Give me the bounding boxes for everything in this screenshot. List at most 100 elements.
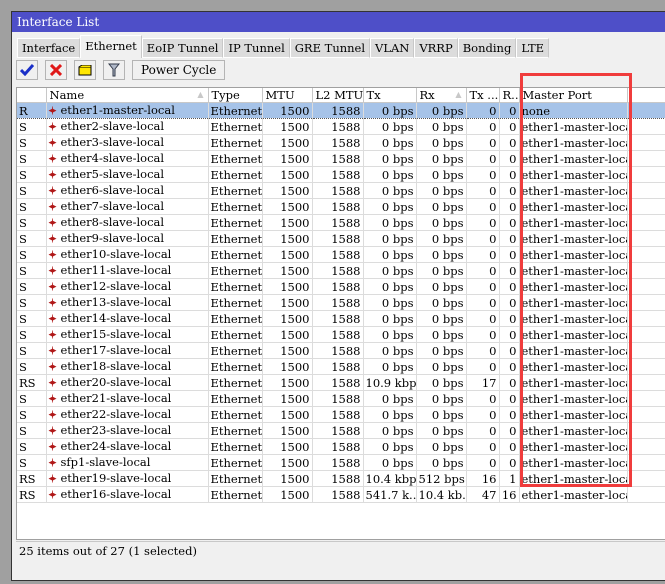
row-flags: S — [17, 134, 47, 151]
row-mtu: 1500 — [262, 422, 313, 439]
row-name: ◂¦▸ ether20-slave-local — [46, 374, 209, 391]
tab-vrrp[interactable]: VRRP — [414, 38, 458, 58]
tab-ip-tunnel[interactable]: IP Tunnel — [223, 38, 290, 58]
table-row[interactable]: S ◂¦▸ ether4-slave-local Ethernet 1500 1588 0 … — [17, 150, 665, 167]
col-name[interactable]: Name ▲ — [46, 88, 209, 103]
table-row[interactable]: S ◂¦▸ ether13-slave-local Ethernet 1500 1588 0… — [17, 294, 665, 311]
table-row[interactable]: S ◂¦▸ ether7-slave-local Ethernet 1500 1588 0 … — [17, 198, 665, 215]
row-flags: S — [17, 326, 47, 343]
checkmark-icon — [20, 64, 34, 76]
col-l2mtu[interactable]: L2 MTU — [312, 88, 364, 103]
table-row[interactable]: RS ◂¦▸ ether20-slave-local Ethernet 1500 1588… — [17, 374, 665, 391]
row-tx-packets: 0 — [466, 214, 500, 231]
col-rx-packets[interactable]: R... — [499, 88, 520, 103]
table-row[interactable]: S ◂¦▸ ether14-slave-local Ethernet 1500 1588 0… — [17, 310, 665, 327]
row-flags: S — [17, 294, 47, 311]
ethernet-interface-icon: ◂¦▸ — [48, 426, 57, 436]
row-flags: S — [17, 454, 47, 471]
col-tx-packets[interactable]: Tx ... — [466, 88, 500, 103]
row-tx: 0 bps — [363, 134, 417, 151]
row-type: Ethernet — [208, 278, 263, 295]
row-mtu: 1500 — [262, 326, 313, 343]
table-row[interactable]: S ◂¦▸ ether24-slave-local Ethernet 1500 1588 0… — [17, 438, 665, 455]
disable-button[interactable] — [45, 60, 67, 80]
col-flags[interactable] — [17, 88, 47, 103]
row-rx: 0 bps — [416, 230, 467, 247]
col-master-port[interactable]: Master Port — [519, 88, 628, 103]
status-bar: 25 items out of 27 (1 selected) — [16, 541, 665, 559]
table-row[interactable]: S ◂¦▸ ether6-slave-local Ethernet 1500 1588 0 … — [17, 182, 665, 199]
table-row[interactable]: S ◂¦▸ sfp1-slave-local Ethernet 1500 1588 0 bp… — [17, 454, 665, 471]
row-type: Ethernet — [208, 406, 263, 423]
row-l2mtu: 1588 — [312, 470, 364, 487]
ethernet-interface-icon: ◂¦▸ — [48, 298, 57, 308]
row-tx-packets: 0 — [466, 278, 500, 295]
row-tx-packets: 0 — [466, 294, 500, 311]
row-name-label: ether7-slave-local — [60, 199, 165, 213]
row-filler — [627, 182, 665, 199]
ethernet-interface-icon: ◂¦▸ — [48, 346, 57, 356]
row-rx-packets: 0 — [499, 326, 520, 343]
row-filler — [627, 470, 665, 487]
row-filler — [627, 406, 665, 423]
row-l2mtu: 1588 — [312, 166, 364, 183]
row-name-label: ether16-slave-local — [60, 487, 172, 501]
row-tx: 0 bps — [363, 150, 417, 167]
table-row[interactable]: S ◂¦▸ ether22-slave-local Ethernet 1500 1588 0… — [17, 406, 665, 423]
table-row[interactable]: S ◂¦▸ ether18-slave-local Ethernet 1500 1588 0… — [17, 358, 665, 375]
tab-gre-tunnel[interactable]: GRE Tunnel — [289, 38, 371, 58]
row-rx: 0 bps — [416, 246, 467, 263]
row-type: Ethernet — [208, 486, 263, 503]
col-name-label: Name — [49, 88, 85, 102]
power-cycle-button[interactable]: Power Cycle — [132, 60, 226, 80]
row-flags: S — [17, 422, 47, 439]
table-row[interactable]: RS ◂¦▸ ether16-slave-local Ethernet 1500 1588… — [17, 486, 665, 503]
table-row[interactable]: S ◂¦▸ ether17-slave-local Ethernet 1500 1588 0… — [17, 342, 665, 359]
filter-funnel-icon — [108, 63, 120, 77]
tab-eoip-tunnel[interactable]: EoIP Tunnel — [141, 38, 224, 58]
table-row[interactable]: S ◂¦▸ ether2-slave-local Ethernet 1500 1588 0 … — [17, 118, 665, 135]
table-row[interactable]: S ◂¦▸ ether12-slave-local Ethernet 1500 1588 0… — [17, 278, 665, 295]
filter-button[interactable] — [103, 60, 125, 80]
table-row[interactable]: S ◂¦▸ ether8-slave-local Ethernet 1500 1588 0 … — [17, 214, 665, 231]
row-mtu: 1500 — [262, 246, 313, 263]
table-row[interactable]: S ◂¦▸ ether15-slave-local Ethernet 1500 1588 0… — [17, 326, 665, 343]
table-row[interactable]: S ◂¦▸ ether11-slave-local Ethernet 1500 1588 0… — [17, 262, 665, 279]
table-row[interactable]: S ◂¦▸ ether5-slave-local Ethernet 1500 1588 0 … — [17, 166, 665, 183]
col-mtu[interactable]: MTU — [262, 88, 313, 103]
row-master-port: ether1-master-local — [519, 166, 628, 183]
table-row[interactable]: S ◂¦▸ ether3-slave-local Ethernet 1500 1588 0 … — [17, 134, 665, 151]
comment-button[interactable] — [74, 60, 96, 80]
sort-arrow-icon: ▲ — [455, 90, 462, 99]
row-name: ◂¦▸ ether3-slave-local — [46, 134, 209, 151]
col-tx[interactable]: Tx — [363, 88, 417, 103]
table-row[interactable]: S ◂¦▸ ether23-slave-local Ethernet 1500 1588 0… — [17, 422, 665, 439]
tab-vlan[interactable]: VLAN — [370, 38, 415, 58]
row-rx: 512 bps — [416, 470, 467, 487]
col-type[interactable]: Type — [208, 88, 263, 103]
row-tx: 0 bps — [363, 230, 417, 247]
enable-button[interactable] — [16, 60, 38, 80]
table-row[interactable]: S ◂¦▸ ether10-slave-local Ethernet 1500 1588 0… — [17, 246, 665, 263]
row-rx-packets: 0 — [499, 422, 520, 439]
window-title: Interface List — [12, 12, 665, 32]
table-row[interactable]: RS ◂¦▸ ether19-slave-local Ethernet 1500 1588… — [17, 470, 665, 487]
tab-interface[interactable]: Interface — [17, 38, 81, 58]
row-name: ◂¦▸ ether2-slave-local — [46, 118, 209, 135]
col-rx[interactable]: Rx ▲ — [416, 88, 467, 103]
row-flags: S — [17, 390, 47, 407]
tab-ethernet[interactable]: Ethernet — [80, 35, 142, 58]
table-row[interactable]: S ◂¦▸ ether21-slave-local Ethernet 1500 1588 0… — [17, 390, 665, 407]
table-row[interactable]: R ◂¦▸ ether1-master-local Ethernet 1500 1588 0… — [17, 102, 665, 119]
row-rx-packets: 0 — [499, 406, 520, 423]
row-master-port: ether1-master-local — [519, 214, 628, 231]
row-master-port: ether1-master-local — [519, 294, 628, 311]
row-name: ◂¦▸ ether19-slave-local — [46, 470, 209, 487]
row-rx-packets: 0 — [499, 278, 520, 295]
tab-lte[interactable]: LTE — [516, 38, 550, 58]
row-mtu: 1500 — [262, 390, 313, 407]
row-tx: 0 bps — [363, 422, 417, 439]
table-row[interactable]: S ◂¦▸ ether9-slave-local Ethernet 1500 1588 0 … — [17, 230, 665, 247]
tab-bonding[interactable]: Bonding — [457, 38, 517, 58]
row-filler — [627, 102, 665, 119]
